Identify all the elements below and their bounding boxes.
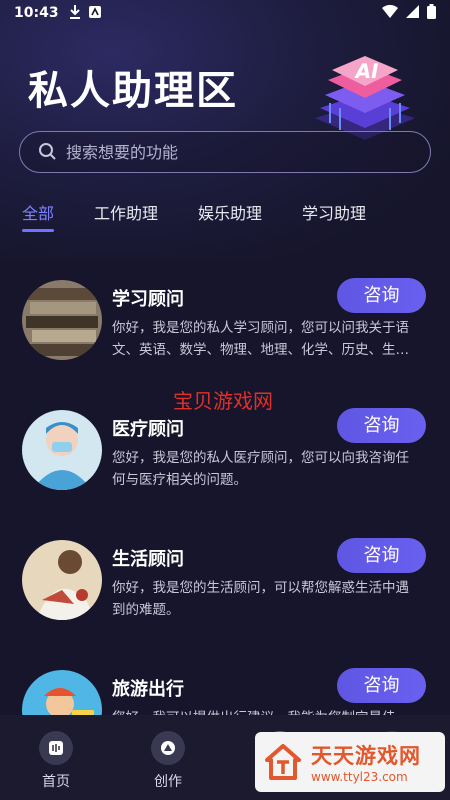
card-title: 学习顾问 bbox=[112, 289, 184, 310]
watermark-text: 宝贝游戏网 bbox=[173, 389, 273, 413]
list-item[interactable]: 医疗顾问 您好，我是您的私人医疗顾问，您可以向我咨询任何与医疗相关的问题。 咨询 bbox=[0, 405, 450, 535]
card-title: 旅游出行 bbox=[112, 679, 184, 700]
create-icon bbox=[151, 731, 185, 765]
page-title: 私人助理区 bbox=[28, 68, 238, 114]
search-input[interactable] bbox=[66, 142, 386, 162]
nav-home[interactable]: 首页 bbox=[26, 731, 86, 791]
home-icon bbox=[39, 731, 73, 765]
assistant-list: 学习顾问 你好，我是您的私人学习顾问，您可以问我关于语文、英语、数学、物理、地理… bbox=[0, 250, 450, 715]
download-icon bbox=[69, 4, 81, 22]
nav-create[interactable]: 创作 bbox=[138, 731, 198, 791]
card-title: 生活顾问 bbox=[112, 549, 184, 570]
battery-icon bbox=[427, 3, 436, 23]
avatar bbox=[22, 280, 102, 360]
tab-study-assistant[interactable]: 学习助理 bbox=[302, 202, 366, 232]
status-time: 10:43 bbox=[14, 5, 59, 21]
card-description: 你好，我是您的私人学习顾问，您可以问我关于语文、英语、数学、物理、地理、化学、历… bbox=[112, 320, 409, 358]
card-title: 医疗顾问 bbox=[112, 419, 184, 440]
house-logo-icon bbox=[263, 742, 303, 782]
signal-icon bbox=[406, 4, 419, 22]
list-item[interactable]: 旅游出行 您好，我可以提供出行建议，我能为您制定最佳的… 咨询 bbox=[0, 665, 450, 715]
consult-button[interactable]: 咨询 bbox=[337, 278, 426, 313]
avatar bbox=[22, 410, 102, 490]
category-tabs: 全部 工作助理 娱乐助理 学习助理 bbox=[22, 202, 406, 236]
search-bar[interactable] bbox=[19, 131, 431, 173]
watermark-logo: 天天游戏网 www.ttyl23.com bbox=[255, 732, 445, 792]
consult-button[interactable]: 咨询 bbox=[337, 538, 426, 573]
search-icon bbox=[38, 142, 58, 162]
notification-app-icon bbox=[88, 5, 101, 21]
nav-home-label: 首页 bbox=[42, 774, 70, 790]
status-bar: 10:43 bbox=[0, 0, 450, 26]
consult-button[interactable]: 咨询 bbox=[337, 668, 426, 703]
card-description: 您好，我是您的私人医疗顾问，您可以向我咨询任何与医疗相关的问题。 bbox=[112, 450, 409, 488]
watermark-logo-url: www.ttyl23.com bbox=[311, 770, 408, 784]
card-description: 您好，我可以提供出行建议，我能为您制定最佳的… bbox=[112, 707, 422, 715]
tab-work-assistant[interactable]: 工作助理 bbox=[94, 202, 158, 232]
tab-all[interactable]: 全部 bbox=[22, 202, 55, 232]
ai-badge-text: AI bbox=[353, 59, 380, 83]
avatar bbox=[22, 540, 102, 620]
list-item[interactable]: 生活顾问 你好，我是您的生活顾问，可以帮您解惑生活中遇到的难题。 咨询 bbox=[0, 535, 450, 665]
wifi-icon bbox=[382, 4, 398, 22]
tab-entertainment-assistant[interactable]: 娱乐助理 bbox=[198, 202, 262, 232]
nav-create-label: 创作 bbox=[154, 774, 182, 790]
ai-chip-illustration: AI bbox=[310, 48, 420, 143]
watermark-logo-title: 天天游戏网 bbox=[311, 744, 421, 768]
avatar bbox=[22, 670, 102, 715]
consult-button[interactable]: 咨询 bbox=[337, 408, 426, 443]
card-description: 你好，我是您的生活顾问，可以帮您解惑生活中遇到的难题。 bbox=[112, 580, 409, 618]
